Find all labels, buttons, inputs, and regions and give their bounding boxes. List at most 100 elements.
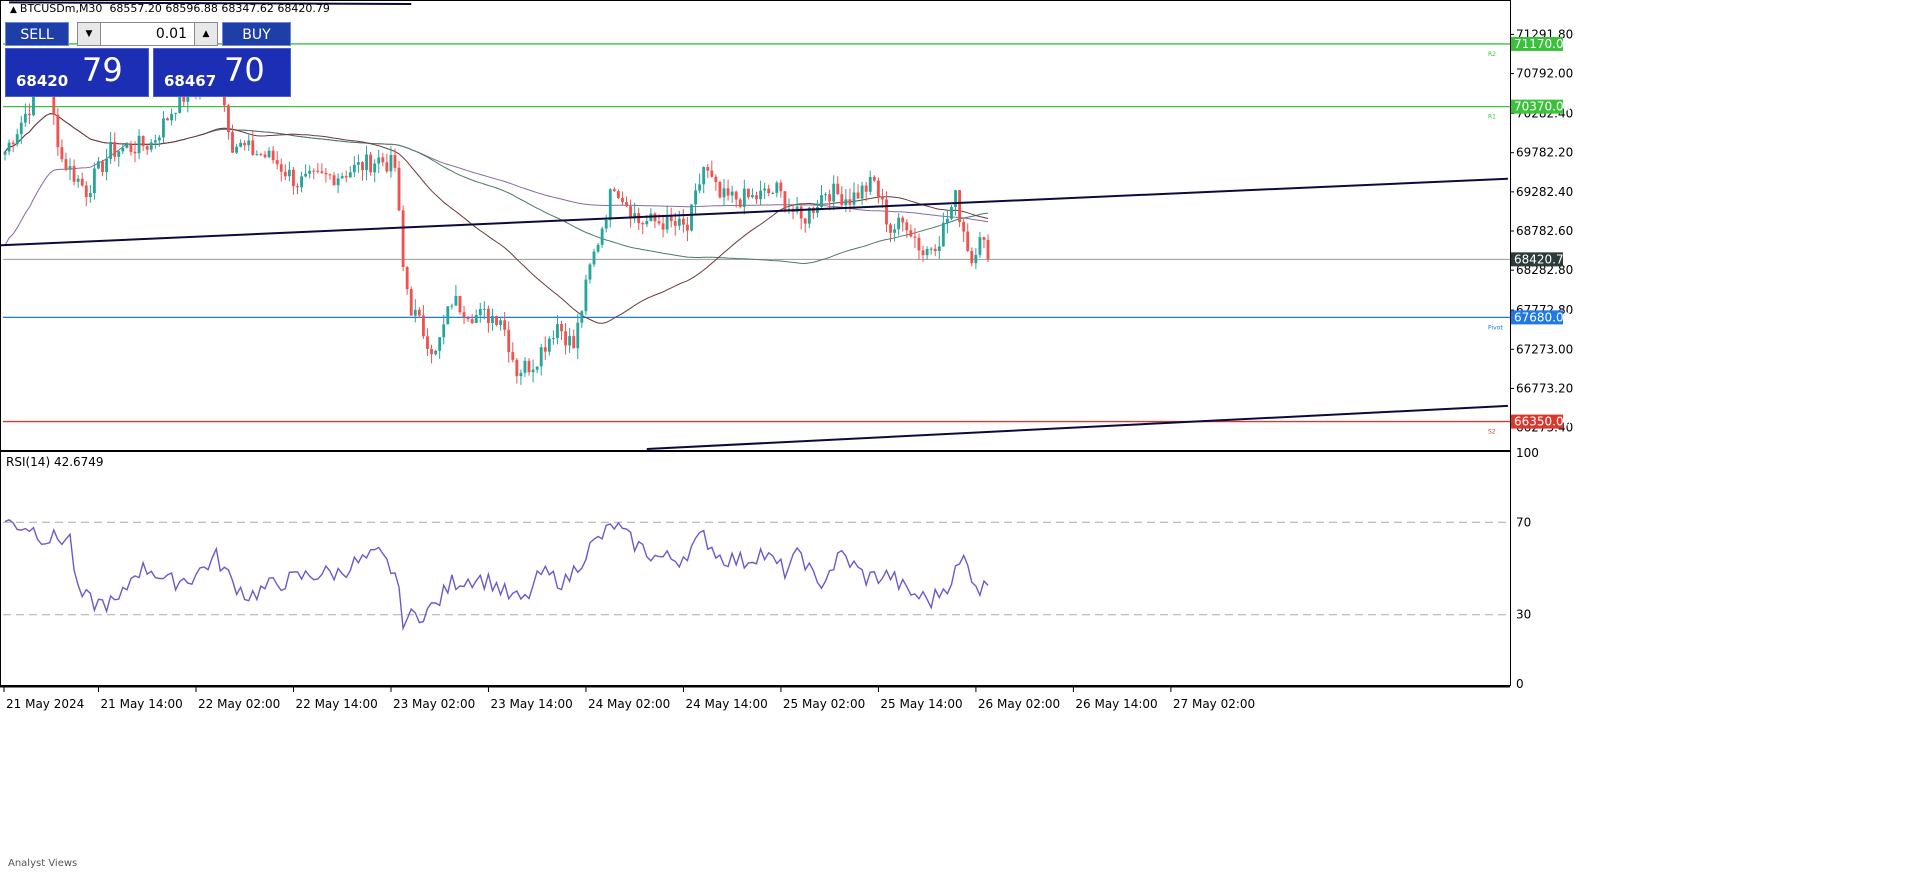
candle-body (860, 185, 864, 199)
candle-body (840, 194, 844, 206)
candle-body (901, 217, 905, 223)
candle-body (243, 142, 247, 146)
sell-price-pips: 79 (82, 51, 123, 89)
candle-body (133, 151, 137, 154)
buy-price-main: 68467 (164, 72, 217, 90)
candle-body (828, 194, 832, 202)
candle-body (771, 192, 775, 194)
candle-body (413, 309, 417, 316)
candle-body (15, 134, 19, 145)
candle-body (101, 161, 104, 173)
time-tick-label: 26 May 14:00 (1075, 697, 1157, 711)
candle-body (730, 191, 734, 196)
candle-body (267, 150, 271, 158)
sell-button[interactable]: SELL (5, 22, 69, 46)
rsi-tick-label: 100 (1516, 446, 1539, 460)
candle-body (856, 192, 860, 199)
collapse-triangle-icon[interactable]: ▲ (10, 5, 17, 15)
candle-body (893, 229, 897, 233)
candle-body (405, 267, 409, 290)
candle-body (836, 183, 840, 195)
candle-body (486, 308, 490, 324)
candle-body (681, 218, 685, 225)
rsi-tick-label: 30 (1516, 608, 1531, 622)
candle-body (909, 230, 913, 237)
candle-body (978, 237, 982, 255)
candle-body (596, 244, 600, 252)
candle-body (369, 154, 373, 173)
candle-body (531, 369, 535, 373)
candle-body (945, 218, 949, 223)
candle-body (734, 191, 738, 200)
candle-body (23, 113, 27, 123)
time-tick-label: 24 May 02:00 (588, 697, 670, 711)
candle-body (641, 223, 645, 225)
candle-body (446, 306, 450, 325)
price-tick-label: 70792.00 (1516, 67, 1573, 81)
candle-body (239, 142, 243, 147)
price-tick-label: 69782.20 (1516, 146, 1573, 160)
candle-body (385, 162, 389, 172)
candle-body (710, 170, 714, 177)
candle-body (592, 251, 596, 265)
candle-body (117, 151, 121, 157)
candle-body (921, 250, 925, 256)
rsi-tick-label: 70 (1516, 515, 1531, 529)
sell-price-box[interactable]: 68420 79 (5, 48, 149, 97)
candle-body (515, 359, 519, 377)
trendline[interactable] (0, 177, 1509, 247)
candle-body (348, 172, 352, 178)
candle-body (783, 191, 787, 211)
level-price-label: 66350.00 (1514, 415, 1571, 429)
candle-body (864, 185, 868, 192)
candle-body (76, 178, 80, 182)
candle-body (88, 193, 92, 198)
candle-body (153, 140, 157, 143)
candle-body (588, 264, 592, 280)
candle-body (982, 237, 986, 240)
symbol-label: BTCUSDm,M30 (19, 2, 103, 15)
candle-body (68, 166, 72, 170)
candle-body (125, 144, 129, 148)
candle-body (84, 185, 88, 198)
candle-body (495, 315, 498, 325)
buy-price-box[interactable]: 68467 70 (153, 48, 291, 97)
candle-body (755, 195, 758, 200)
candle-body (962, 222, 966, 232)
chart-canvas[interactable]: 71291.8070792.0070282.4069782.2069282.40… (0, 0, 1916, 874)
candle-body (824, 194, 827, 196)
candle-body (897, 217, 901, 230)
candle-body (7, 142, 11, 152)
candle-body (397, 167, 401, 211)
candle-body (677, 218, 681, 226)
candle-body (247, 140, 251, 146)
candle-body (665, 214, 669, 230)
candle-body (251, 140, 255, 155)
lot-size-input[interactable]: 0.01 (156, 23, 187, 45)
candle-body (523, 360, 527, 373)
candle-body (466, 317, 470, 320)
buy-button[interactable]: BUY (222, 22, 291, 46)
candle-body (381, 157, 385, 163)
candle-body (56, 114, 60, 148)
lot-size-stepper[interactable]: ▼ 0.01 ▲ (77, 22, 218, 46)
candle-body (271, 150, 275, 161)
candle-body (547, 338, 551, 352)
candle-body (917, 237, 921, 251)
candle-body (109, 142, 113, 159)
candle-body (775, 182, 779, 193)
candle-body (722, 188, 726, 198)
time-tick-label: 24 May 14:00 (685, 697, 767, 711)
candle-body (950, 207, 953, 219)
sell-price-main: 68420 (16, 72, 69, 90)
trendline[interactable] (646, 404, 1509, 450)
candle-body (507, 329, 511, 353)
lot-increase-icon[interactable]: ▲ (194, 23, 217, 45)
candle-body (336, 178, 340, 186)
candle-body (137, 135, 141, 154)
candle-body (312, 170, 316, 172)
lot-decrease-icon[interactable]: ▼ (78, 23, 101, 45)
candle-body (913, 236, 917, 238)
candle-body (296, 186, 299, 188)
candle-body (564, 331, 568, 346)
